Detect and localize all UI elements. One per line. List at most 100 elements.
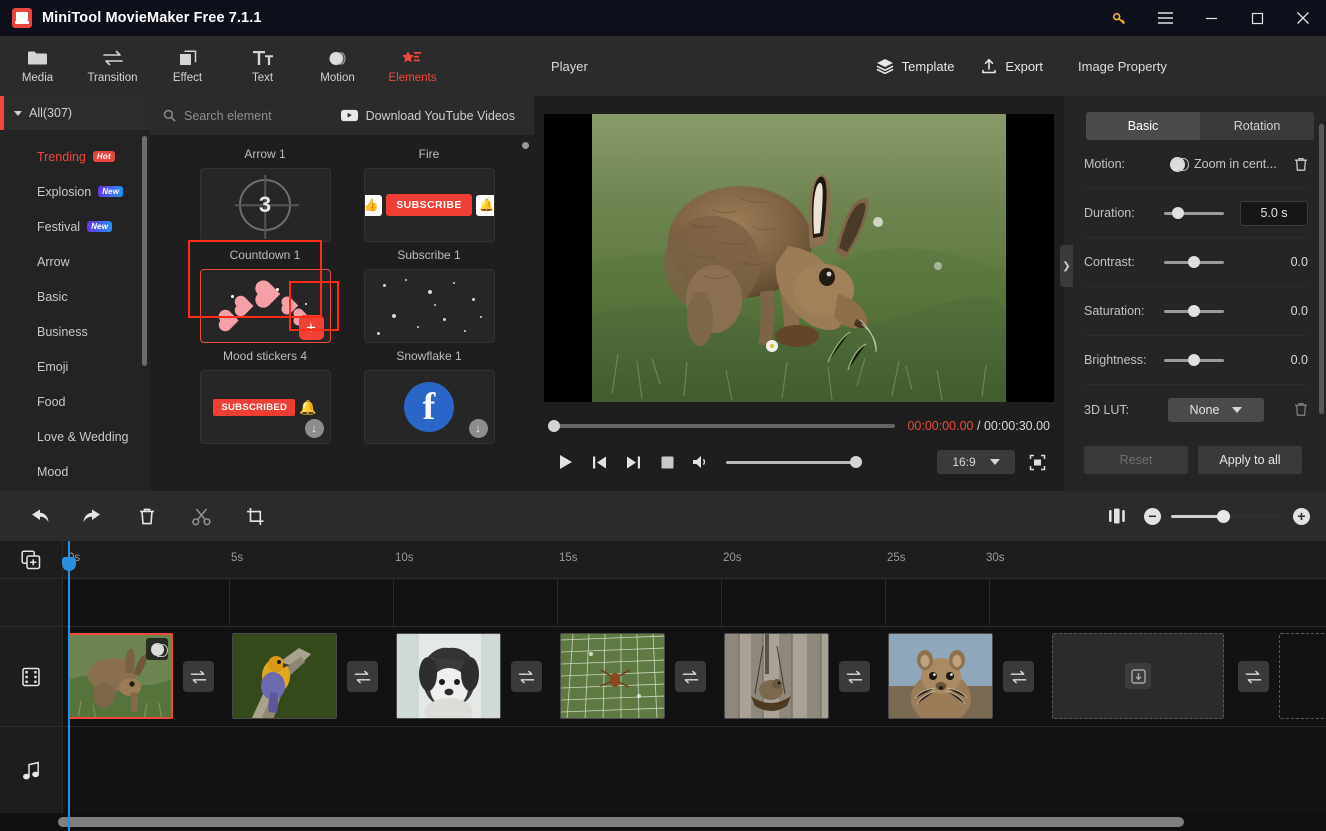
trash-icon[interactable] <box>1294 402 1308 417</box>
category-item-love-wedding[interactable]: Love & Wedding <box>0 419 150 454</box>
element-item-snowflake1[interactable]: Snowflake 1 <box>347 269 511 370</box>
timeline-video-track[interactable] <box>63 627 1326 727</box>
seek-slider[interactable] <box>548 420 896 432</box>
minimize-icon[interactable] <box>1188 0 1234 36</box>
tab-rotation[interactable]: Rotation <box>1200 112 1314 140</box>
timeline-clip-dog[interactable] <box>396 633 501 719</box>
tab-motion[interactable]: Motion <box>300 36 375 96</box>
zoom-in-icon[interactable]: + <box>1293 507 1310 525</box>
tab-basic[interactable]: Basic <box>1086 112 1200 140</box>
timeline-clip-bird[interactable] <box>232 633 337 719</box>
category-item-explosion[interactable]: Explosion New <box>0 174 150 209</box>
element-item-mood-stickers-4[interactable]: + Mood stickers 4 <box>183 269 347 370</box>
timeline-audio-track-head[interactable] <box>0 727 62 815</box>
element-thumbnail[interactable] <box>363 269 495 343</box>
element-thumbnail[interactable]: f ↓ <box>363 370 495 444</box>
timeline-effect-track[interactable] <box>63 579 1326 627</box>
delete-button[interactable] <box>120 491 174 541</box>
category-item-business[interactable]: Business <box>0 314 150 349</box>
category-item-food[interactable]: Food <box>0 384 150 419</box>
tab-transition[interactable]: Transition <box>75 36 150 96</box>
volume-icon[interactable] <box>684 445 718 479</box>
key-icon[interactable] <box>1096 0 1142 36</box>
category-scrollbar[interactable] <box>142 136 147 366</box>
hamburger-menu-icon[interactable] <box>1142 0 1188 36</box>
category-item-basic[interactable]: Basic <box>0 279 150 314</box>
zoom-out-icon[interactable]: − <box>1144 507 1161 525</box>
search-box[interactable] <box>163 108 341 123</box>
saturation-handle[interactable] <box>1188 305 1200 317</box>
reset-button[interactable]: Reset <box>1084 446 1188 474</box>
transition-slot-2[interactable] <box>347 661 378 692</box>
volume-slider[interactable] <box>726 456 862 468</box>
split-button[interactable] <box>174 491 228 541</box>
transition-slot-6[interactable] <box>1003 661 1034 692</box>
fit-timeline-icon[interactable] <box>1090 491 1144 541</box>
element-item-countdown1[interactable]: 3 Countdown 1 <box>183 168 347 269</box>
playhead[interactable] <box>62 541 76 831</box>
tab-elements[interactable]: Elements <box>375 36 450 96</box>
tab-effect[interactable]: Effect <box>150 36 225 96</box>
category-item-festival[interactable]: Festival New <box>0 209 150 244</box>
aspect-ratio-select[interactable]: 16:9 <box>937 450 1015 474</box>
category-all[interactable]: All(307) <box>0 96 150 130</box>
search-input[interactable] <box>184 108 334 123</box>
category-item-trending[interactable]: Trending Hot <box>0 139 150 174</box>
play-icon[interactable] <box>548 445 582 479</box>
maximize-icon[interactable] <box>1234 0 1280 36</box>
collapse-property-panel-button[interactable]: ❯ <box>1060 245 1073 287</box>
media-drop-zone-partial[interactable] <box>1279 633 1326 719</box>
download-icon[interactable]: ↓ <box>468 419 488 438</box>
brightness-slider[interactable] <box>1164 354 1224 366</box>
transition-slot-4[interactable] <box>675 661 706 692</box>
timeline-clip-bird-feeder[interactable] <box>724 633 829 719</box>
transition-slot-1[interactable] <box>183 661 214 692</box>
elements-scrollbar[interactable] <box>522 142 529 149</box>
export-button[interactable]: Export <box>981 58 1043 74</box>
tab-media[interactable]: Media <box>0 36 75 96</box>
category-item-mood[interactable]: Mood <box>0 454 150 489</box>
category-item-emoji[interactable]: Emoji <box>0 349 150 384</box>
zoom-handle[interactable] <box>1217 509 1230 523</box>
clip-motion-badge[interactable] <box>146 638 168 660</box>
brightness-handle[interactable] <box>1188 354 1200 366</box>
timeline-video-track-head[interactable] <box>0 627 62 727</box>
crop-button[interactable] <box>228 491 282 541</box>
element-thumbnail[interactable]: 3 <box>199 168 331 242</box>
media-drop-zone[interactable] <box>1052 633 1224 719</box>
timeline-clip-spider-web[interactable] <box>560 633 665 719</box>
contrast-slider[interactable] <box>1164 256 1224 268</box>
timeline-zoom-slider[interactable] <box>1171 509 1283 523</box>
seek-handle[interactable] <box>548 420 560 432</box>
close-icon[interactable] <box>1280 0 1326 36</box>
previous-frame-icon[interactable] <box>582 445 616 479</box>
transition-slot-3[interactable] <box>511 661 542 692</box>
element-item-facebook[interactable]: f ↓ <box>347 370 511 444</box>
redo-button[interactable] <box>66 491 120 541</box>
next-frame-icon[interactable] <box>616 445 650 479</box>
volume-handle[interactable] <box>850 456 862 468</box>
timeline-hscrollbar-track[interactable] <box>0 813 1326 831</box>
undo-button[interactable] <box>12 491 66 541</box>
tab-text[interactable]: Text <box>225 36 300 96</box>
transition-slot-5[interactable] <box>839 661 870 692</box>
element-thumbnail[interactable]: 👍 SUBSCRIBE 🔔 <box>363 168 495 242</box>
saturation-slider[interactable] <box>1164 305 1224 317</box>
download-icon[interactable]: ↓ <box>304 419 324 438</box>
timeline-clip-hare[interactable] <box>68 633 173 719</box>
timeline-effect-track-head[interactable] <box>0 579 62 627</box>
element-item-subscribed[interactable]: SUBSCRIBED 🔔 ↓ <box>183 370 347 444</box>
timeline-ruler[interactable]: 0s 5s 10s 15s 20s 25s 30s <box>63 541 1326 579</box>
timeline-clip-squirrel[interactable] <box>888 633 993 719</box>
timeline-audio-track[interactable] <box>63 727 1326 815</box>
stop-icon[interactable] <box>650 445 684 479</box>
download-youtube-button[interactable]: Download YouTube Videos <box>340 109 515 123</box>
element-thumbnail[interactable]: SUBSCRIBED 🔔 ↓ <box>199 370 331 444</box>
fullscreen-icon[interactable] <box>1029 454 1046 471</box>
duration-handle[interactable] <box>1172 207 1184 219</box>
duration-value[interactable]: 5.0 s <box>1240 200 1308 226</box>
add-element-button[interactable]: + <box>298 315 324 340</box>
trash-icon[interactable] <box>1294 157 1308 172</box>
duration-slider[interactable] <box>1164 207 1224 219</box>
property-panel-scrollbar[interactable] <box>1319 124 1324 414</box>
